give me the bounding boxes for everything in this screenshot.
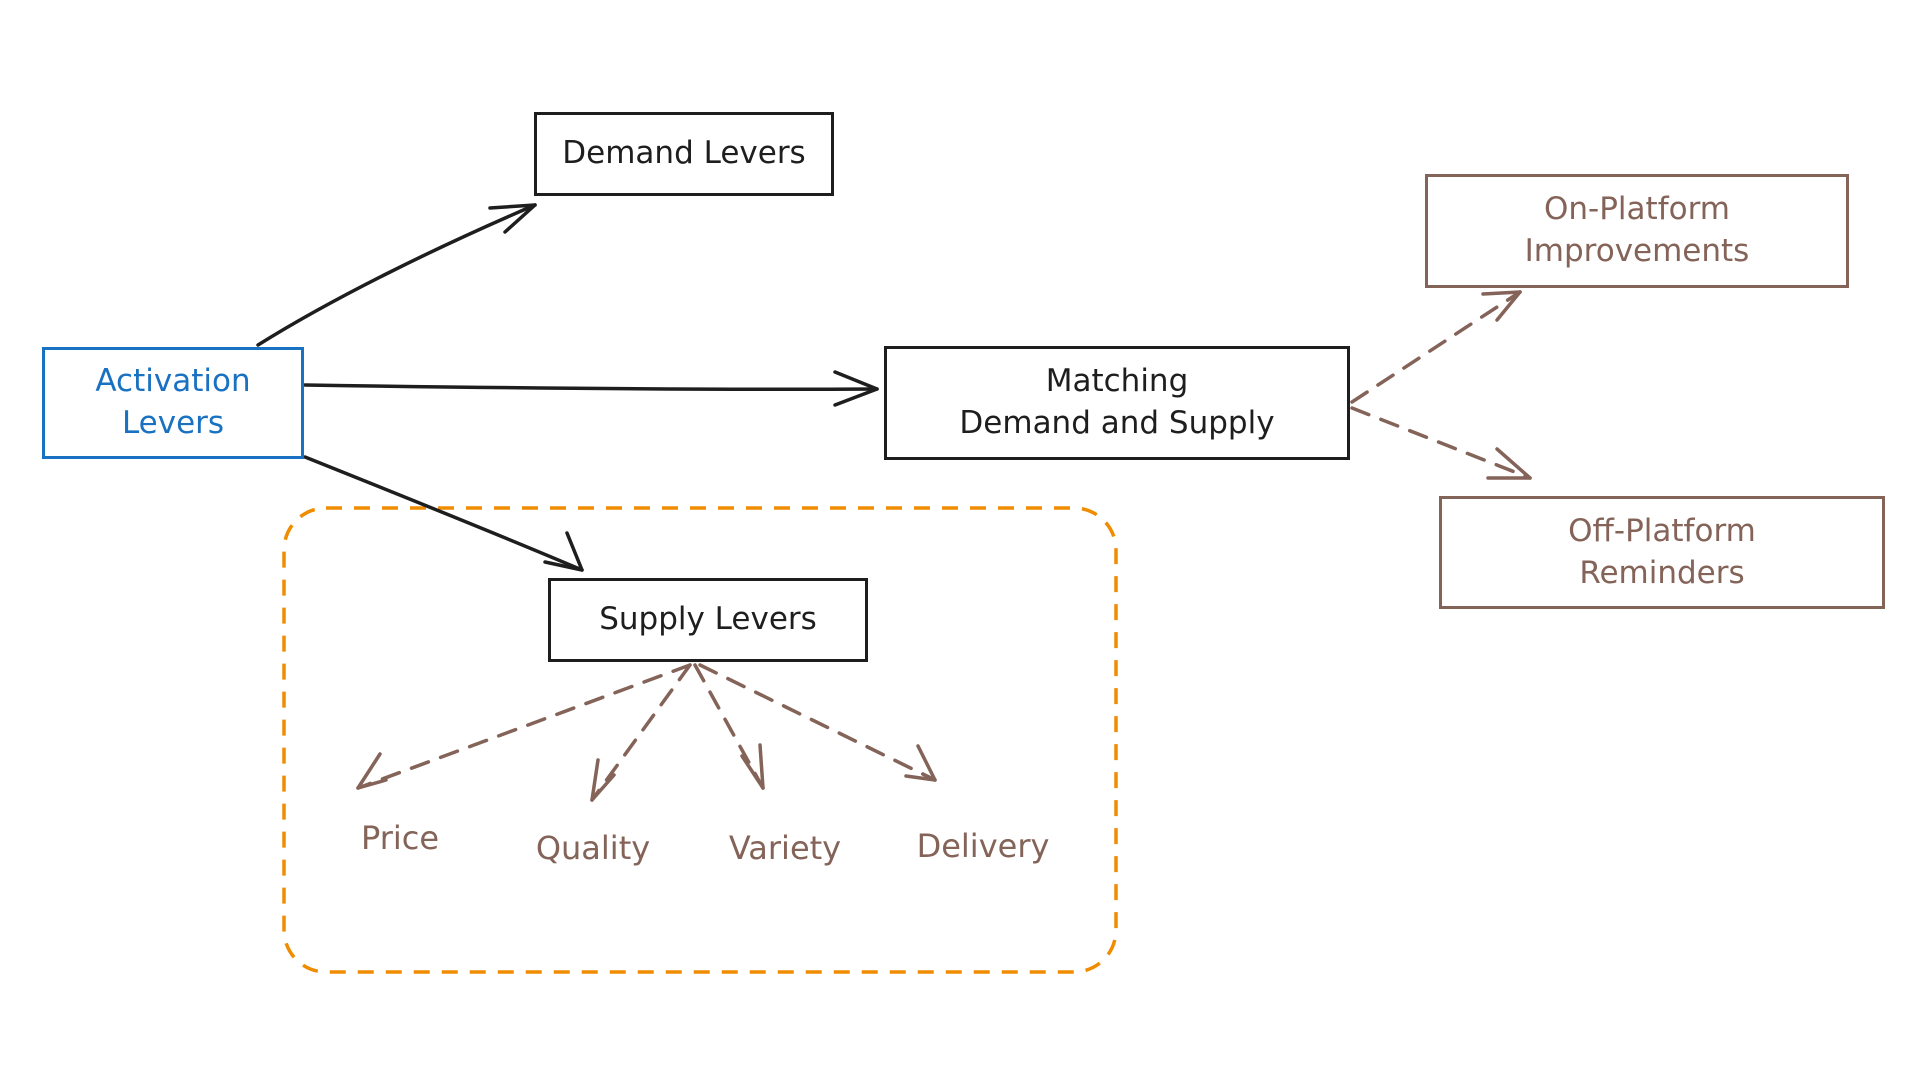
demand-levers-node[interactable]: Demand Levers: [534, 112, 834, 196]
matching-line2: Demand and Supply: [959, 405, 1275, 441]
arrow-matching-to-on-platform: [1350, 290, 1522, 404]
off-platform-line2: Reminders: [1579, 554, 1745, 591]
arrow-activation-to-matching: [303, 370, 879, 407]
factor-delivery[interactable]: Delivery: [917, 827, 1050, 865]
off-platform-reminders-node[interactable]: Off-Platform Reminders: [1439, 496, 1885, 609]
arrow-supply-to-quality: [590, 663, 692, 802]
on-platform-improvements-node[interactable]: On-Platform Improvements: [1425, 174, 1849, 288]
demand-levers-label: Demand Levers: [562, 135, 806, 172]
arrow-supply-to-price: [356, 663, 692, 790]
activation-levers-node[interactable]: Activation Levers: [42, 347, 304, 459]
arrow-activation-to-demand: [256, 203, 537, 347]
supply-levers-node[interactable]: Supply Levers: [548, 578, 868, 662]
matching-demand-supply-node[interactable]: Matching Demand and Supply: [884, 346, 1350, 460]
factor-variety[interactable]: Variety: [729, 829, 841, 867]
arrow-activation-to-supply: [303, 455, 584, 572]
arrow-supply-to-variety: [693, 663, 765, 790]
arrow-matching-to-off-platform: [1350, 406, 1532, 480]
on-platform-line1: On-Platform: [1544, 191, 1730, 228]
off-platform-line1: Off-Platform: [1568, 512, 1756, 549]
factor-quality[interactable]: Quality: [536, 829, 650, 867]
on-platform-line2: Improvements: [1524, 233, 1750, 269]
arrow-supply-to-delivery: [698, 663, 937, 782]
activation-levers-line1: Activation: [95, 363, 251, 400]
matching-line1: Matching: [1045, 363, 1189, 400]
factor-price[interactable]: Price: [361, 819, 439, 857]
activation-levers-line2: Levers: [121, 405, 225, 441]
supply-levers-label: Supply Levers: [599, 601, 817, 638]
